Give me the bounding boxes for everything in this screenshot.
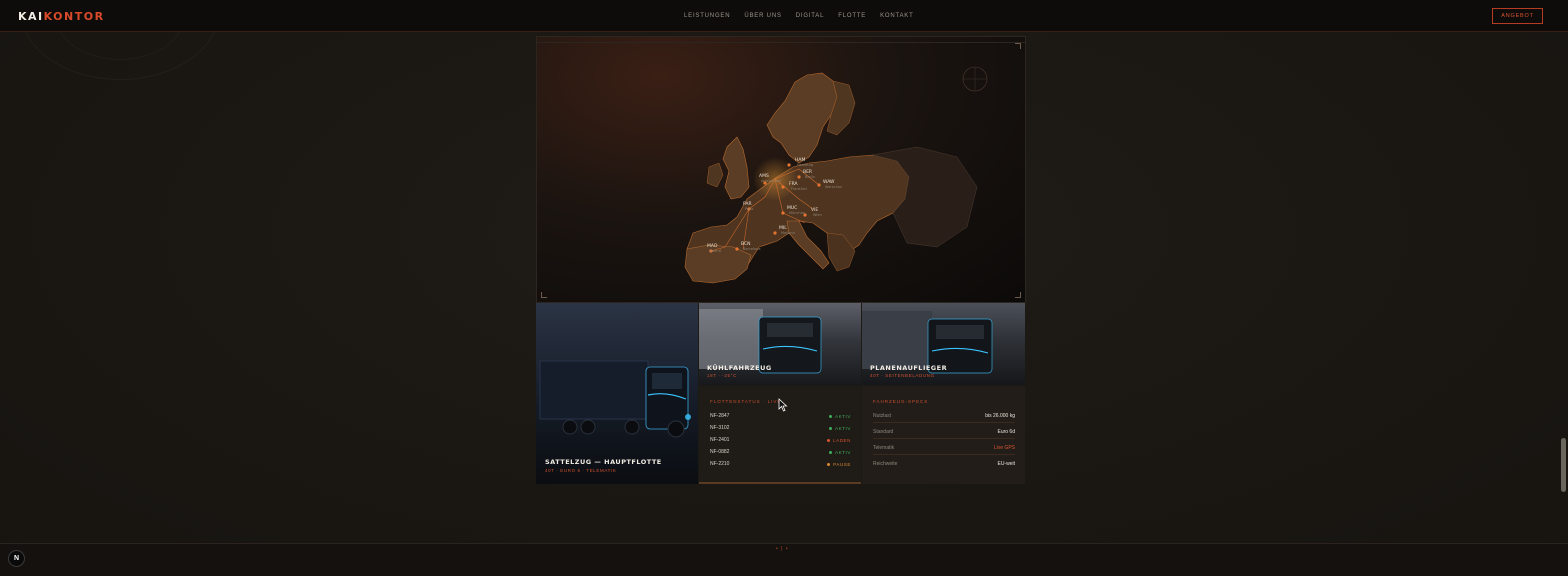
vehicle-id: NF-3102 — [710, 425, 730, 431]
vehicle-status: PAUSE — [827, 462, 851, 467]
tile-main-subtitle: 40T · EURO 6 · TELEMATIK — [545, 468, 617, 473]
vehicle-status: AKTIV — [828, 413, 851, 419]
vehicle-specs-panel: FAHRZEUG-SPECS Nutzlast bis 26.000 kg Stan… — [862, 386, 1025, 484]
vehicle-status-label: AKTIV — [834, 449, 851, 455]
section-pager[interactable]: • | • — [776, 546, 789, 552]
spec-row: Standard Euro 6d — [873, 425, 1015, 439]
nav-link-kontakt[interactable]: KONTAKT — [880, 13, 914, 19]
vehicle-id: NF-2210 — [710, 461, 730, 467]
vehicle-status-label: AKTIV — [834, 425, 851, 431]
mouse-cursor-icon — [778, 398, 788, 412]
city-name-label: Madrid — [709, 249, 721, 253]
vehicle-status-label: LADEN — [832, 437, 851, 443]
status-dot-icon — [828, 426, 832, 430]
nav-link-ueber-uns[interactable]: ÜBER UNS — [744, 13, 781, 19]
city-name-label: Frankfurt — [791, 187, 807, 191]
top-navigation-bar: KAIKONTOR LEISTUNGEN ÜBER UNS DIGITAL FL… — [0, 0, 1568, 32]
fleet-status-heading: FLOTTENSTATUS · LIVE — [710, 399, 782, 404]
spec-key: Telematik — [873, 444, 895, 451]
vehicle-status-label: AKTIV — [834, 413, 851, 419]
main-nav: LEISTUNGEN ÜBER UNS DIGITAL FLOTTE KONTA… — [684, 13, 914, 19]
page: KAIKONTOR LEISTUNGEN ÜBER UNS DIGITAL FL… — [0, 0, 1568, 576]
vehicle-status: LADEN — [826, 437, 851, 443]
status-dot-icon — [828, 450, 832, 454]
quote-button[interactable]: ANGEBOT — [1492, 8, 1543, 24]
vehicle-status: AKTIV — [828, 449, 851, 455]
tile-main-fleet[interactable]: SATTELZUG — HAUPTFLOTTE 40T · EURO 6 · T… — [536, 303, 698, 484]
spec-value: Live GPS — [993, 444, 1015, 451]
brand-logo[interactable]: KAIKONTOR — [18, 10, 105, 23]
fleet-status-row: NF-2401 LADEN — [710, 435, 851, 445]
britain-landmass — [722, 136, 750, 200]
logo-part1: KAI — [18, 10, 44, 23]
city-name-label: Wien — [813, 213, 822, 217]
truck-image — [539, 360, 691, 438]
city-name-label: Mailand — [781, 231, 795, 235]
nav-link-leistungen[interactable]: LEISTUNGEN — [684, 13, 730, 19]
vehicle-specs-heading: FAHRZEUG-SPECS — [873, 399, 929, 404]
city-name-label: Berlin — [805, 175, 815, 179]
vehicle-id: NF-0882 — [710, 449, 730, 455]
nav-link-flotte[interactable]: FLOTTE — [838, 13, 866, 19]
status-dot-icon — [826, 438, 830, 442]
tile-curtain-title: PLANENAUFLIEGER — [870, 364, 948, 372]
spec-key: Standard — [873, 428, 894, 435]
europe-network-map: HAM Hamburg BER Berlin WAW Warschau AMS Amsterd… — [536, 36, 1026, 303]
spec-value: EU-weit — [997, 461, 1015, 467]
spec-row: Telematik Live GPS — [873, 441, 1015, 455]
vehicle-id: NF-2847 — [710, 413, 730, 419]
city-name-label: Barcelona — [743, 247, 760, 251]
tile-main-title: SATTELZUG — HAUPTFLOTTE — [545, 458, 662, 466]
tile-reefer[interactable]: KÜHLFAHRZEUG 18T · -25°C — [699, 303, 861, 385]
spec-key: Reichweite — [873, 461, 898, 467]
spec-key: Nutzlast — [873, 412, 892, 419]
logo-part2: KONTOR — [43, 10, 105, 23]
spec-value: bis 26.000 kg — [985, 412, 1015, 419]
spec-value: Euro 6d — [997, 428, 1015, 435]
vehicle-status: AKTIV — [828, 425, 851, 431]
nav-link-digital[interactable]: DIGITAL — [796, 13, 825, 19]
fleet-status-row: NF-2847 AKTIV — [710, 411, 851, 421]
europe-map-graphic: HAMHamburgBERBerlinWAWWarschauAMSAmsterd… — [684, 66, 988, 284]
fleet-status-row: NF-0882 AKTIV — [710, 447, 851, 457]
tile-curtainsider[interactable]: PLANENAUFLIEGER 40T · SEITENBELADUNG — [862, 303, 1025, 385]
spec-row: Reichweite EU-weit — [873, 457, 1015, 471]
vehicle-status-label: PAUSE — [833, 461, 851, 467]
city-name-label: Warschau — [825, 185, 842, 189]
fleet-status-row: NF-3102 AKTIV — [710, 423, 851, 433]
framework-badge-icon[interactable]: N — [8, 550, 25, 567]
city-name-label: Paris — [745, 207, 754, 211]
status-dot-icon — [828, 414, 832, 418]
scrollbar-thumb[interactable] — [1561, 438, 1566, 492]
vehicle-id: NF-2401 — [710, 437, 730, 443]
status-dot-icon — [827, 462, 831, 466]
tile-reefer-subtitle: 18T · -25°C — [707, 373, 737, 378]
ireland-landmass — [706, 162, 724, 188]
tile-reefer-title: KÜHLFAHRZEUG — [707, 364, 772, 372]
city-name-label: Amsterdam — [761, 179, 782, 183]
fleet-status-row: NF-2210 PAUSE — [710, 459, 851, 469]
city-name-label: Hamburg — [797, 163, 813, 167]
spec-row: Nutzlast bis 26.000 kg — [873, 409, 1015, 423]
scandinavia-landmass — [766, 72, 838, 164]
city-name-label: München — [789, 211, 805, 215]
tile-curtain-subtitle: 40T · SEITENBELADUNG — [870, 373, 935, 378]
